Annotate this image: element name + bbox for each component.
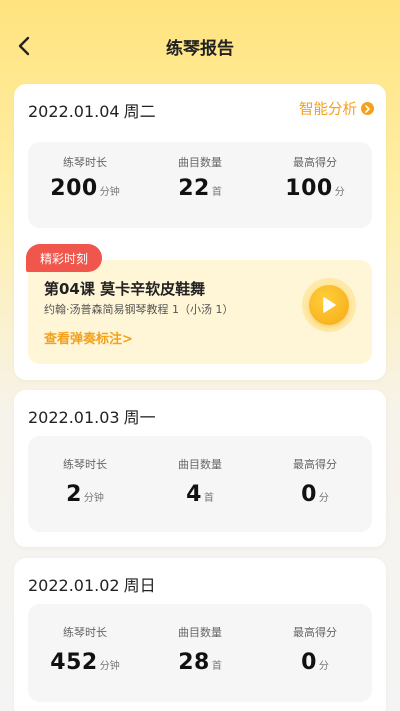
stat-top-score: 最高得分 0分 xyxy=(293,458,337,507)
stats-box: 练琴时长 452 分钟 曲目数量 28 首 最高得分 0分 xyxy=(28,604,372,702)
stats-box: 练琴时长 200 分钟 曲目数量 22 首 最高得分 100 分 xyxy=(28,142,372,228)
report-card: 2022.01.02 周日 练琴时长 452 分钟 曲目数量 28 首 最高得分 0分 xyxy=(14,558,386,711)
highlight-moment[interactable]: 精彩时刻 第04课 莫卡辛软皮鞋舞 约翰·汤普森简易钢琴教程 1（小汤 1） 查… xyxy=(26,244,372,364)
stat-top-score: 最高得分 100 分 xyxy=(285,156,345,201)
play-button[interactable] xyxy=(302,278,356,332)
stat-practice-time: 练琴时长 2 分钟 xyxy=(63,458,107,507)
stat-top-score: 最高得分 0分 xyxy=(293,626,337,675)
report-date: 2022.01.02 周日 xyxy=(28,576,156,595)
stat-practice-time: 练琴时长 452 分钟 xyxy=(50,626,120,675)
page-title: 练琴报告 xyxy=(166,39,234,59)
play-icon xyxy=(323,297,336,313)
stat-song-count: 曲目数量 28 首 xyxy=(178,626,222,675)
highlight-subtitle: 约翰·汤普森简易钢琴教程 1（小汤 1） xyxy=(44,303,234,316)
report-date: 2022.01.03 周一 xyxy=(28,408,156,427)
highlight-title: 第04课 莫卡辛软皮鞋舞 xyxy=(44,280,206,298)
view-annotations-link[interactable]: 查看弹奏标注> xyxy=(44,328,133,347)
report-card: 2022.01.04 周二 智能分析 练琴时长 200 分钟 曲目数量 22 首 最高… xyxy=(14,84,386,380)
highlight-badge: 精彩时刻 xyxy=(26,244,103,272)
report-date: 2022.01.04 周二 xyxy=(28,102,156,121)
chevron-right-circle-icon xyxy=(361,102,374,115)
stats-box: 练琴时长 2 分钟 曲目数量 4首 最高得分 0分 xyxy=(28,436,372,532)
header: 练琴报告 xyxy=(0,0,400,84)
report-card: 2022.01.03 周一 练琴时长 2 分钟 曲目数量 4首 最高得分 0分 xyxy=(14,390,386,547)
smart-analysis-link[interactable]: 智能分析 xyxy=(299,98,374,119)
stat-song-count: 曲目数量 4首 xyxy=(178,458,222,507)
stat-practice-time: 练琴时长 200 分钟 xyxy=(50,156,120,201)
stat-song-count: 曲目数量 22 首 xyxy=(178,156,222,201)
